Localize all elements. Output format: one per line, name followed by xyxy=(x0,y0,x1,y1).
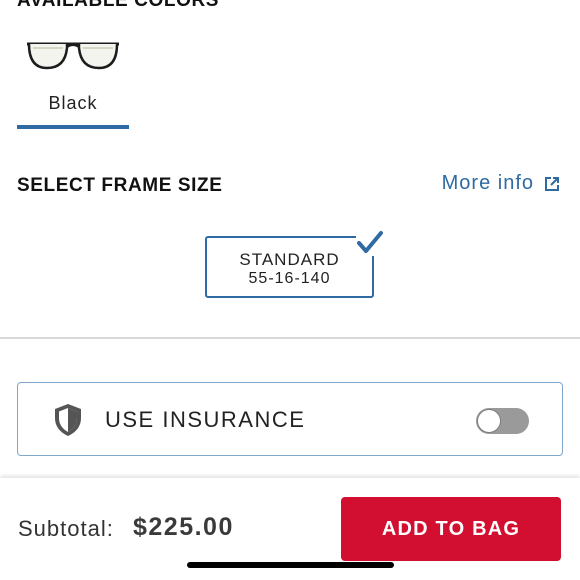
select-frame-size-heading: SELECT FRAME SIZE xyxy=(17,175,223,196)
subtotal-value: $225.00 xyxy=(133,513,234,541)
toggle-knob xyxy=(477,409,501,433)
frame-size-name: STANDARD xyxy=(239,250,340,269)
more-info-link[interactable]: More info xyxy=(442,172,560,195)
checkout-bar: Subtotal: $225.00 ADD TO BAG xyxy=(0,478,580,580)
home-indicator xyxy=(187,562,394,568)
external-link-icon xyxy=(545,176,559,191)
available-colors-heading: AVAILABLE COLORS xyxy=(17,0,220,11)
glasses-icon xyxy=(27,42,119,70)
more-info-label: More info xyxy=(441,172,534,194)
add-to-bag-button[interactable]: ADD TO BAG xyxy=(341,497,561,561)
checkmark-icon xyxy=(356,230,384,256)
frame-size-standard[interactable]: STANDARD 55-16-140 xyxy=(205,230,384,298)
frame-size-dimensions: 55-16-140 xyxy=(248,270,331,287)
color-swatch-black[interactable]: Black xyxy=(17,30,129,130)
use-insurance-label: USE INSURANCE xyxy=(105,407,306,432)
section-divider xyxy=(0,337,580,339)
selected-color-indicator xyxy=(17,125,129,129)
subtotal-label: Subtotal: xyxy=(18,516,114,541)
color-label-black: Black xyxy=(48,93,98,113)
shield-icon xyxy=(55,404,81,436)
insurance-toggle[interactable] xyxy=(476,408,529,434)
insurance-card: USE INSURANCE xyxy=(17,382,563,456)
